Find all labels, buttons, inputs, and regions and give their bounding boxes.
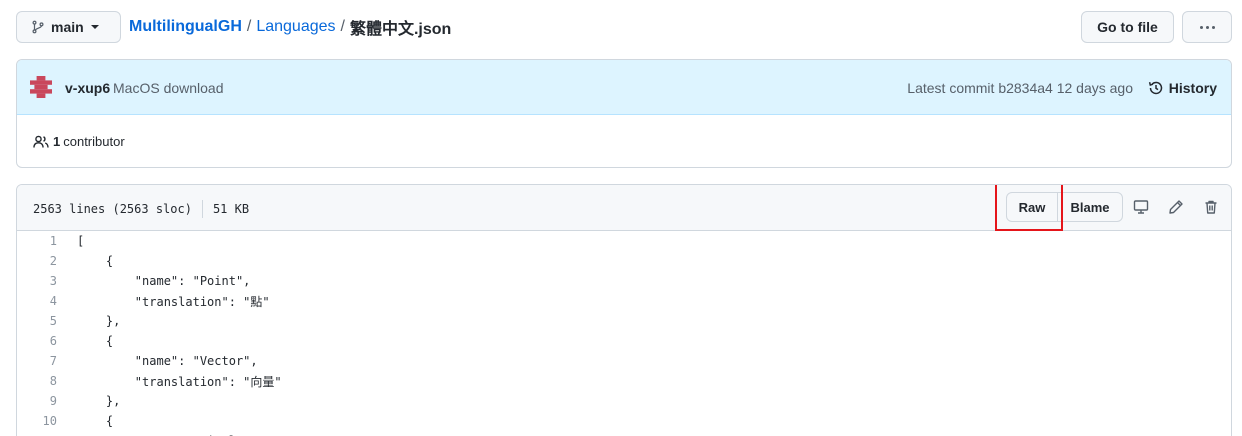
- line-count: 2563 lines (2563 sloc): [33, 202, 192, 216]
- breadcrumb-separator: /: [340, 18, 345, 35]
- code-line[interactable]: 3 "name": "Point",: [17, 271, 1231, 291]
- file-header: 2563 lines (2563 sloc) 51 KB Raw Blame: [17, 185, 1231, 231]
- code-line[interactable]: 1[: [17, 231, 1231, 251]
- line-content: {: [77, 414, 114, 428]
- git-branch-icon: [32, 20, 44, 34]
- file-navigation: main MultilingualGH / Languages / 繁體中文.j…: [16, 11, 1232, 43]
- branch-name: main: [51, 19, 84, 35]
- code-line[interactable]: 10 {: [17, 411, 1231, 431]
- line-number[interactable]: 9: [17, 394, 57, 408]
- line-number[interactable]: 6: [17, 334, 57, 348]
- line-content: "translation": "點": [77, 294, 270, 309]
- line-content: [: [77, 234, 85, 248]
- code-line[interactable]: 6 {: [17, 331, 1231, 351]
- desktop-icon: [1133, 200, 1149, 214]
- delete-file-button[interactable]: [1201, 197, 1221, 217]
- code-line[interactable]: 4 "translation": "點": [17, 291, 1231, 311]
- breadcrumb-file-name: 繁體中文.json: [349, 21, 452, 38]
- breadcrumb-repo-link[interactable]: MultilingualGH: [129, 18, 242, 36]
- go-to-file-button[interactable]: Go to file: [1081, 11, 1174, 43]
- raw-button[interactable]: Raw: [1006, 192, 1058, 222]
- line-number[interactable]: 5: [17, 314, 57, 328]
- pencil-icon: [1169, 200, 1183, 214]
- code-line[interactable]: 2 {: [17, 251, 1231, 271]
- commit-message-link[interactable]: MacOS download: [113, 80, 224, 96]
- line-number[interactable]: 10: [17, 414, 57, 428]
- breadcrumb: MultilingualGH / Languages / 繁體中文.json: [129, 11, 451, 43]
- code-line[interactable]: 7 "name": "Vector",: [17, 351, 1231, 371]
- history-label: History: [1168, 80, 1217, 96]
- latest-commit-box: v-xup6 MacOS download Latest commit b283…: [16, 59, 1232, 168]
- more-options-button[interactable]: [1182, 11, 1232, 43]
- line-number[interactable]: 3: [17, 274, 57, 288]
- contributors-row[interactable]: 1 contributor: [17, 115, 1231, 167]
- avatar[interactable]: [30, 76, 52, 98]
- contributor-count: 1: [53, 134, 61, 149]
- code-line[interactable]: 8 "translation": "向量": [17, 371, 1231, 391]
- line-content: "translation": "向量": [77, 374, 282, 389]
- people-icon: [33, 135, 49, 148]
- breadcrumb-dir-link[interactable]: Languages: [256, 18, 335, 36]
- line-content: },: [77, 314, 121, 328]
- edit-file-button[interactable]: [1166, 197, 1186, 217]
- trash-icon: [1205, 200, 1217, 214]
- blame-button[interactable]: Blame: [1057, 192, 1123, 222]
- commit-author-link[interactable]: v-xup6: [65, 80, 110, 96]
- line-content: "name": "Vector",: [77, 354, 258, 368]
- code-view: 1[2 {3 "name": "Point", 4 "translation": …: [17, 231, 1231, 436]
- line-content: "name": "Point",: [77, 274, 251, 288]
- line-number[interactable]: 4: [17, 294, 57, 308]
- line-content: {: [77, 334, 114, 348]
- divider: [201, 200, 203, 218]
- line-number[interactable]: 2: [17, 254, 57, 268]
- code-line[interactable]: 9 },: [17, 391, 1231, 411]
- line-number[interactable]: 7: [17, 354, 57, 368]
- line-number[interactable]: 1: [17, 234, 57, 248]
- file-size: 51 KB: [212, 202, 250, 216]
- code-line[interactable]: 11 "name": "Circle",: [17, 431, 1231, 436]
- line-number[interactable]: 8: [17, 374, 57, 388]
- commit-header: v-xup6 MacOS download Latest commit b283…: [17, 60, 1231, 115]
- line-content: },: [77, 394, 121, 408]
- code-line[interactable]: 5 },: [17, 311, 1231, 331]
- contributor-label: contributor: [63, 134, 125, 149]
- history-link[interactable]: History: [1148, 80, 1217, 96]
- latest-commit-info[interactable]: Latest commit b2834a4 12 days ago: [907, 80, 1133, 96]
- branch-select-button[interactable]: main: [16, 11, 121, 43]
- line-content: {: [77, 254, 114, 268]
- kebab-horizontal-icon: [1199, 25, 1203, 29]
- breadcrumb-separator: /: [246, 18, 252, 35]
- caret-down-icon: [90, 25, 99, 29]
- history-icon: [1148, 81, 1163, 95]
- file-viewer: 2563 lines (2563 sloc) 51 KB Raw Blame 1…: [16, 184, 1232, 436]
- file-info: 2563 lines (2563 sloc) 51 KB: [33, 200, 249, 218]
- display-desktop-button[interactable]: [1131, 197, 1151, 217]
